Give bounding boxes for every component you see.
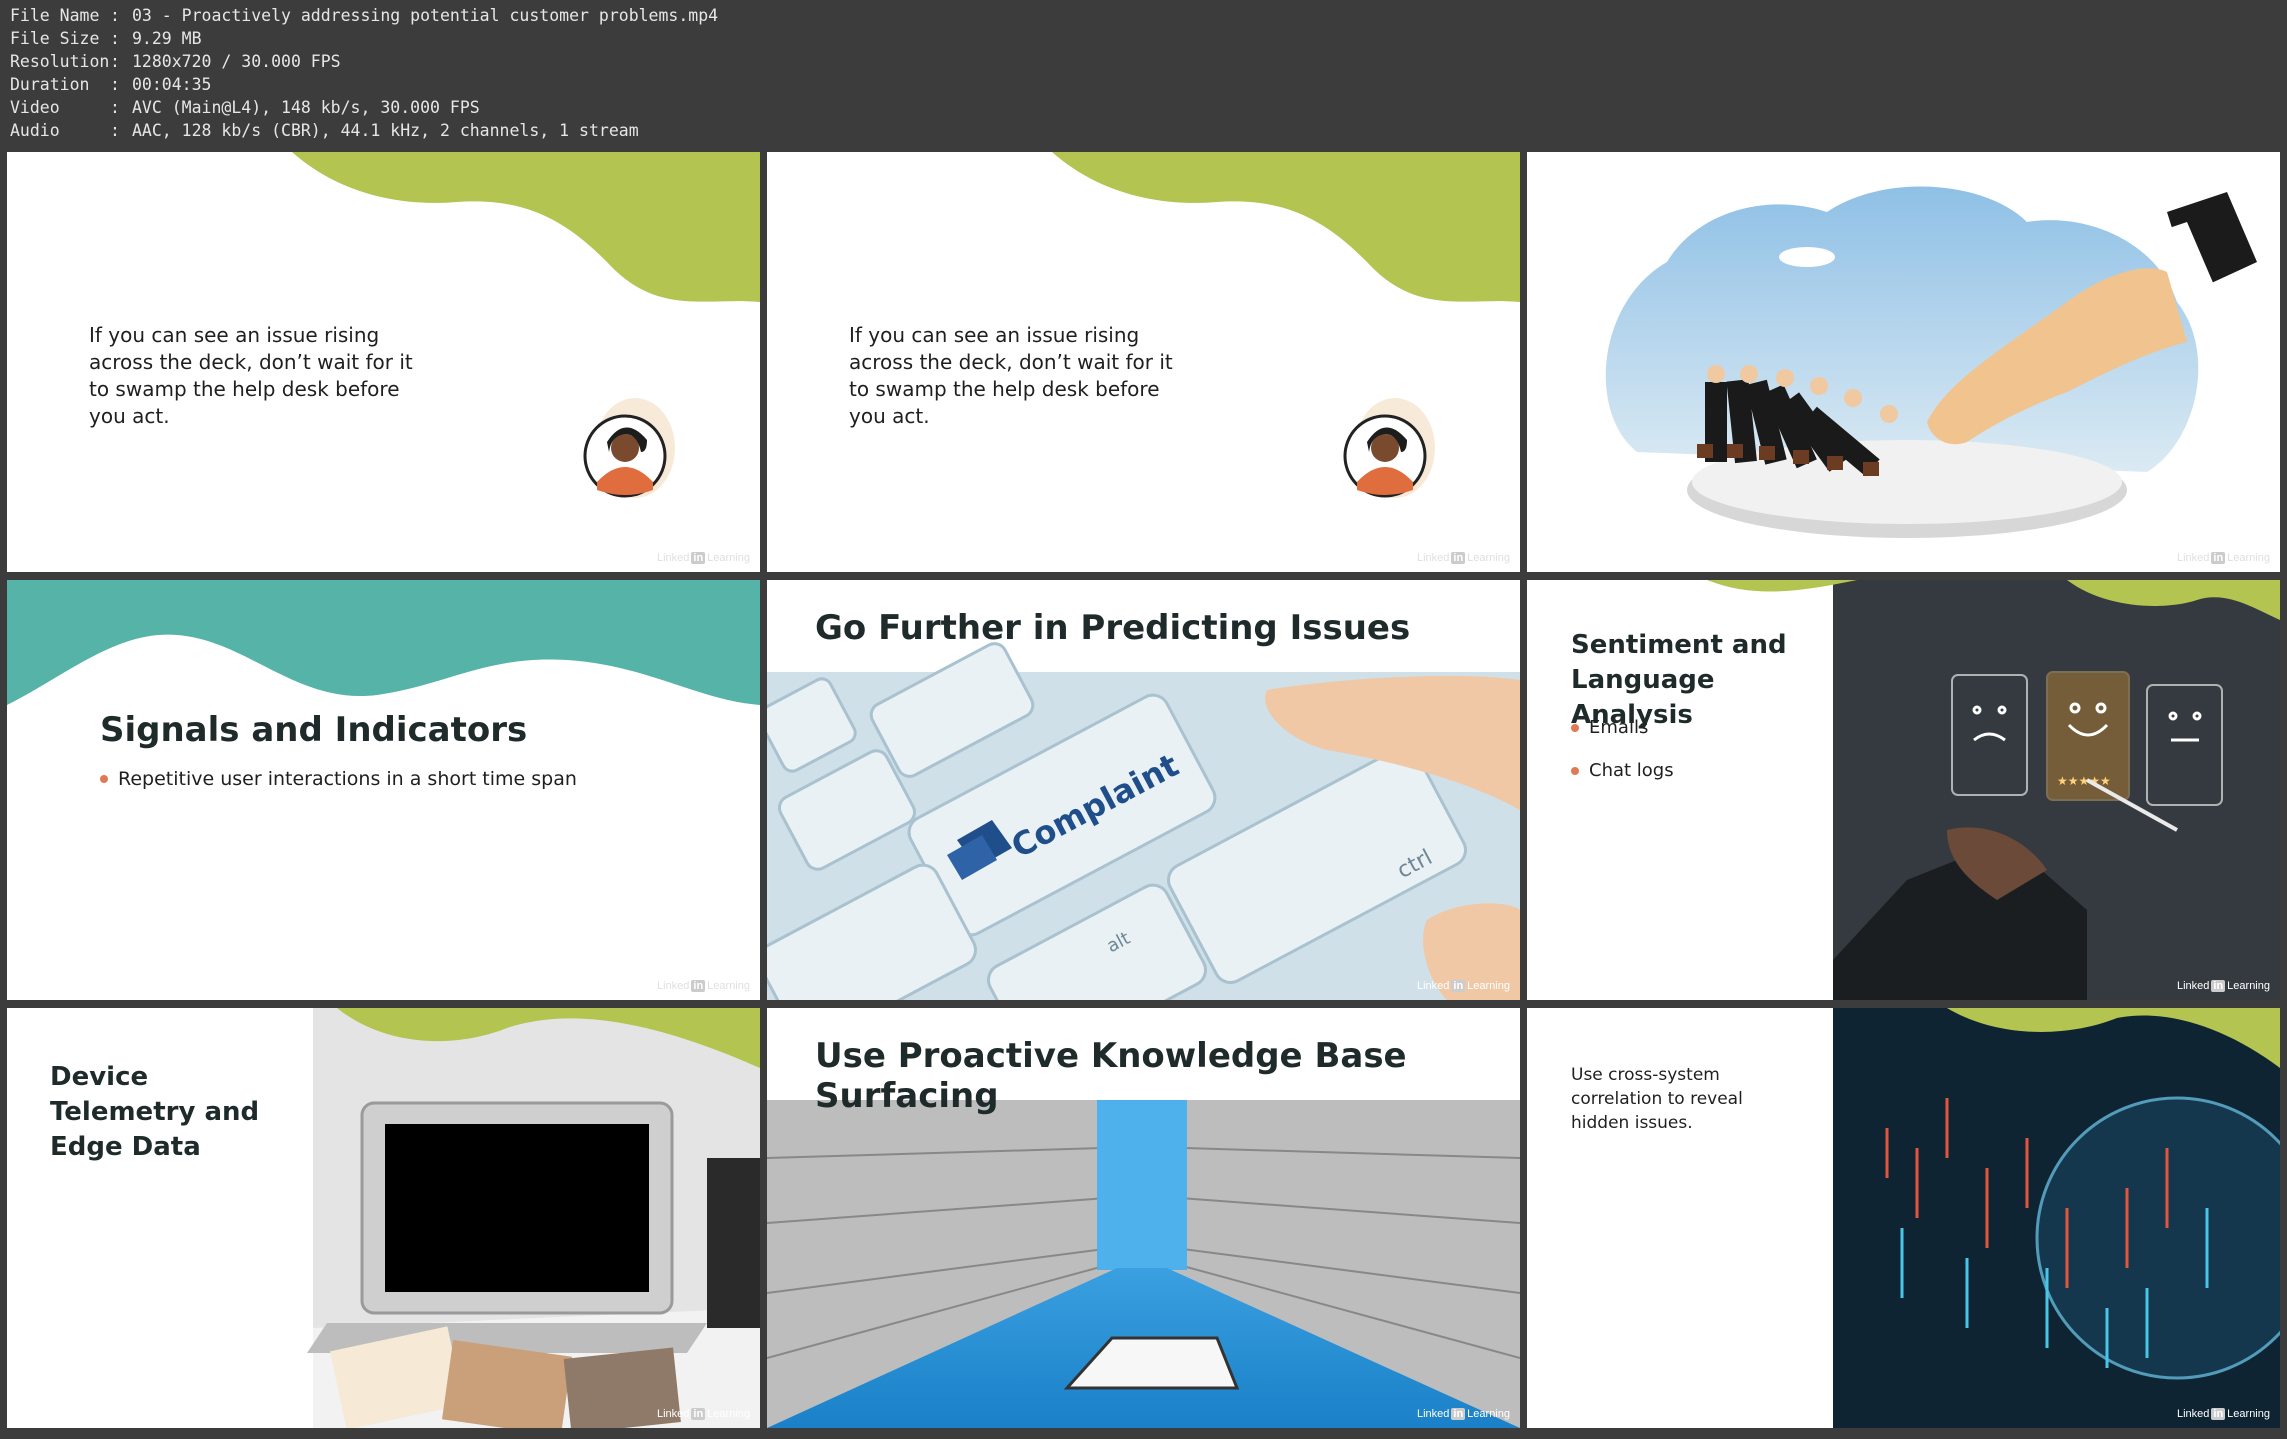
brand-pre: Linked: [1416, 1408, 1450, 1420]
file-info-value: 00:04:35: [132, 75, 212, 94]
brand-in: in: [1451, 980, 1466, 992]
brand-in: in: [691, 980, 706, 992]
thumbnail-3[interactable]: Linked in Learning: [1527, 152, 2280, 572]
file-info-value: 1280x720 / 30.000 FPS: [132, 52, 341, 71]
brand-post: Learning: [707, 980, 750, 992]
brand-pre: Linked: [656, 980, 690, 992]
brand-post: Learning: [2227, 1408, 2270, 1420]
linkedin-learning-logo: Linked in Learning: [657, 552, 750, 564]
thumbnail-7[interactable]: Device Telemetry and Edge Data Linked in L…: [7, 1008, 760, 1428]
file-info-separator: :: [110, 98, 120, 117]
thumbnail-2[interactable]: If you can see an issue rising across th…: [767, 152, 1520, 572]
file-info-panel: File Name:03 - Proactively addressing po…: [10, 4, 718, 142]
brand-post: Learning: [1467, 980, 1510, 992]
bullet-item: Chat logs: [1571, 760, 1674, 781]
linkedin-learning-logo: Linked in Learning: [2177, 1408, 2270, 1420]
file-info-row: File Name:03 - Proactively addressing po…: [10, 4, 718, 27]
brand-in: in: [1451, 1408, 1466, 1420]
slide-quote: If you can see an issue rising across th…: [89, 323, 413, 428]
brand-pre: Linked: [2176, 552, 2210, 564]
slide-title: Go Further in Predicting Issues: [815, 608, 1411, 648]
brand-post: Learning: [707, 552, 750, 564]
bullet-dot-icon: [100, 775, 108, 783]
dominoes-businessmen-image: [1605, 186, 2257, 538]
slide-text: Use cross-system correlation to reveal h…: [1571, 1065, 1743, 1133]
brand-pre: Linked: [2176, 1408, 2210, 1420]
linkedin-learning-logo: Linked in Learning: [657, 1408, 750, 1420]
bullet-dot-icon: [1571, 766, 1579, 775]
brand-in: in: [2211, 552, 2226, 564]
file-info-separator: :: [110, 52, 120, 71]
file-info-key: File Size: [10, 29, 100, 48]
file-info-separator: :: [110, 121, 120, 140]
thumbnail-6[interactable]: ★★★★★ Sentiment and Language Analysis Em…: [1527, 580, 2280, 1000]
brand-post: Learning: [1467, 552, 1510, 564]
bullet-item: Emails: [1571, 717, 1648, 738]
slide-title: Device Telemetry and Edge Data: [50, 1062, 260, 1162]
brand-in: in: [2211, 980, 2226, 992]
file-info-row: Duration:00:04:35: [10, 73, 718, 96]
brand-post: Learning: [2227, 552, 2270, 564]
file-info-value: 03 - Proactively addressing potential cu…: [132, 6, 719, 25]
file-info-separator: :: [110, 6, 120, 25]
brand-in: in: [2211, 1408, 2226, 1420]
file-info-row: Resolution:1280x720 / 30.000 FPS: [10, 50, 718, 73]
file-info-key: Duration: [10, 75, 90, 94]
bullet-text: Chat logs: [1589, 760, 1674, 781]
bullet-dot-icon: [1571, 723, 1579, 732]
brand-pre: Linked: [656, 1408, 690, 1420]
brand-post: Learning: [707, 1408, 750, 1420]
thumbnail-9[interactable]: Use cross-system correlation to reveal h…: [1527, 1008, 2280, 1428]
file-info-row: Video: AVC (Main@L4), 148 kb/s, 30.000 FP…: [10, 96, 718, 119]
svg-text:★★★★★: ★★★★★: [2057, 774, 2111, 788]
file-info-value: AAC, 128 kb/s (CBR), 44.1 kHz, 2 channel…: [132, 121, 639, 140]
file-info-key: Audio: [10, 121, 60, 140]
linkedin-learning-logo: Linked in Learning: [1417, 1408, 1510, 1420]
brand-pre: Linked: [2176, 980, 2210, 992]
linkedin-learning-logo: Linked in Learning: [2177, 552, 2270, 564]
bullet-item: Repetitive user interactions in a short …: [100, 768, 577, 790]
file-info-key: Video: [10, 98, 60, 117]
linkedin-learning-logo: Linked in Learning: [1417, 552, 1510, 564]
brand-pre: Linked: [1416, 552, 1450, 564]
brand-in: in: [691, 552, 706, 564]
brand-post: Learning: [2227, 980, 2270, 992]
brand-post: Learning: [1467, 1408, 1510, 1420]
bullet-text: Emails: [1589, 717, 1649, 738]
file-info-row: File Size:9.29 MB: [10, 27, 718, 50]
slide-quote: If you can see an issue rising across th…: [849, 323, 1173, 428]
brand-pre: Linked: [1416, 980, 1450, 992]
thumbnail-4[interactable]: Signals and Indicators Repetitive user i…: [7, 580, 760, 1000]
slide-title: Signals and Indicators: [100, 710, 528, 750]
linkedin-learning-logo: Linked in Learning: [657, 980, 750, 992]
brand-pre: Linked: [656, 552, 690, 564]
file-info-value: 9.29 MB: [132, 29, 202, 48]
brand-in: in: [1451, 552, 1466, 564]
bullet-text: Repetitive user interactions in a short …: [118, 768, 577, 790]
brand-in: in: [691, 1408, 706, 1420]
file-info-row: Audio: AAC, 128 kb/s (CBR), 44.1 kHz, 2 c…: [10, 119, 718, 142]
file-info-separator: :: [110, 29, 120, 48]
thumbnail-1[interactable]: If you can see an issue rising across th…: [7, 152, 760, 572]
file-info-value: AVC (Main@L4), 148 kb/s, 30.000 FPS: [132, 98, 480, 117]
file-info-key: Resolution: [10, 52, 110, 71]
thumbnail-5[interactable]: Complaint ctrl alt Go Further in Predict…: [767, 580, 1520, 1000]
slide-title: Use Proactive Knowledge Base Surfacing: [815, 1036, 1407, 1116]
linkedin-learning-logo: Linked in Learning: [1417, 980, 1510, 992]
teal-wave-shape: [7, 580, 760, 705]
linkedin-learning-logo: Linked in Learning: [2177, 980, 2270, 992]
file-info-key: File Name: [10, 6, 100, 25]
thumbnail-8[interactable]: Use Proactive Knowledge Base Surfacing L…: [767, 1008, 1520, 1428]
file-info-separator: :: [110, 75, 120, 94]
